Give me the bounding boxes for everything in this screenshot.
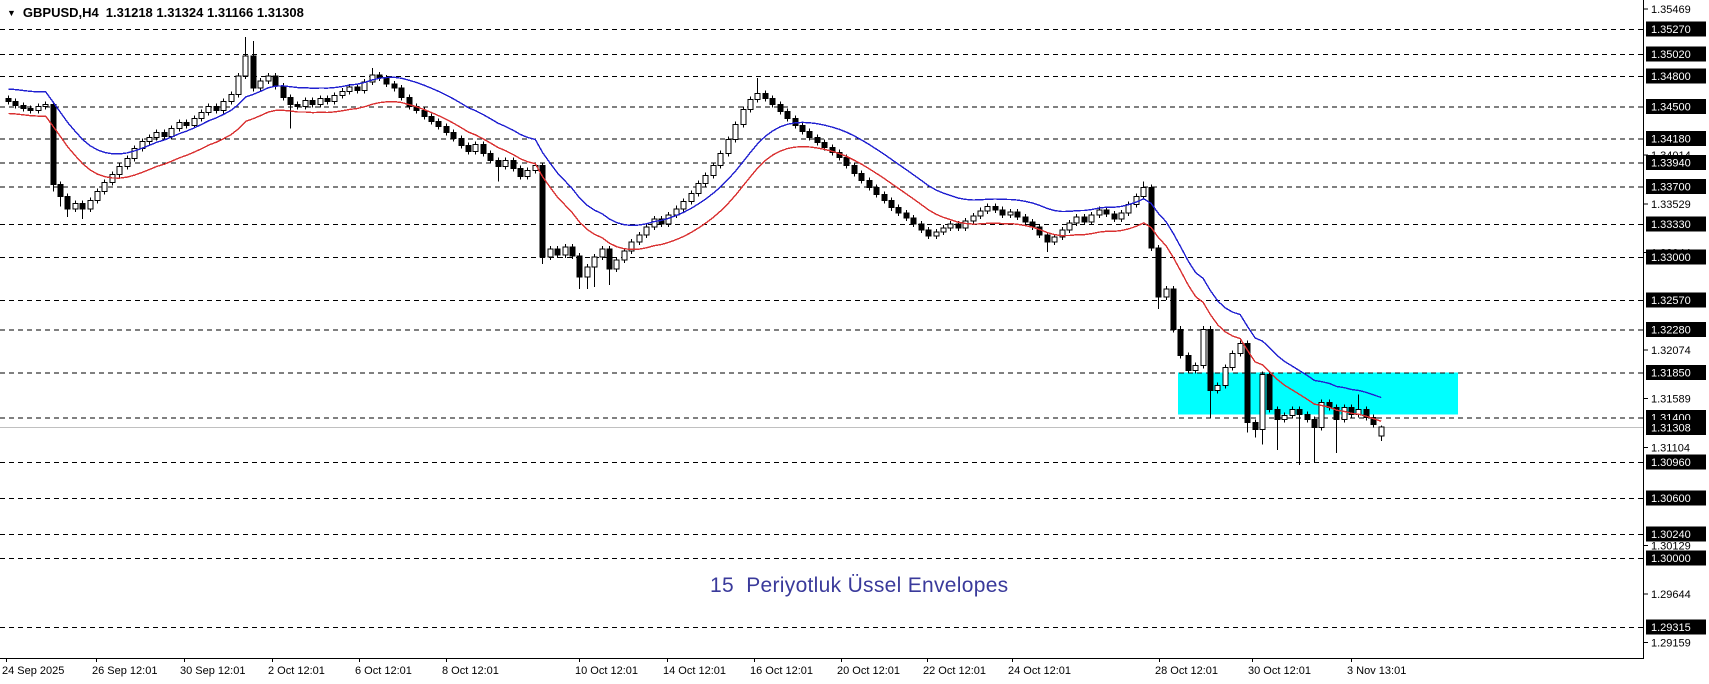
svg-text:1.33000: 1.33000 (1651, 252, 1691, 264)
svg-text:6 Oct 12:01: 6 Oct 12:01 (355, 665, 412, 677)
svg-text:14 Oct 12:01: 14 Oct 12:01 (663, 665, 726, 677)
svg-text:1.34500: 1.34500 (1651, 101, 1691, 113)
chart-annotation-label: 15 Periyotluk Üssel Envelopes (710, 574, 1009, 597)
svg-text:1.31589: 1.31589 (1651, 394, 1691, 406)
svg-text:1.30129: 1.30129 (1651, 540, 1691, 552)
svg-text:1.35020: 1.35020 (1651, 49, 1691, 61)
svg-text:16 Oct 12:01: 16 Oct 12:01 (750, 665, 813, 677)
svg-text:1.33940: 1.33940 (1651, 158, 1691, 170)
svg-text:20 Oct 12:01: 20 Oct 12:01 (837, 665, 900, 677)
svg-text:1.30000: 1.30000 (1651, 553, 1691, 565)
svg-text:1.30240: 1.30240 (1651, 529, 1691, 541)
svg-text:1.29315: 1.29315 (1651, 622, 1691, 634)
svg-text:1.30600: 1.30600 (1651, 493, 1691, 505)
svg-text:1.31104: 1.31104 (1651, 442, 1690, 454)
svg-text:1.29644: 1.29644 (1651, 589, 1691, 601)
symbol-dropdown-icon[interactable]: ▼ (7, 9, 16, 18)
svg-text:1.32280: 1.32280 (1651, 324, 1691, 336)
svg-text:24 Sep 2025: 24 Sep 2025 (2, 665, 64, 677)
ohlc-values: 1.31218 1.31324 1.31166 1.31308 (105, 5, 304, 20)
svg-text:1.33700: 1.33700 (1651, 182, 1691, 194)
svg-text:1.35270: 1.35270 (1651, 24, 1691, 36)
svg-text:1.34800: 1.34800 (1651, 71, 1691, 83)
chart-title: ▼ GBPUSD,H4 1.31218 1.31324 1.31166 1.31… (7, 5, 304, 20)
svg-text:24 Oct 12:01: 24 Oct 12:01 (1008, 665, 1071, 677)
svg-text:1.35469: 1.35469 (1651, 4, 1691, 16)
mt4-chart-window: 1.354691.340141.335291.330441.320741.315… (0, 0, 1709, 684)
svg-text:3 Nov 13:01: 3 Nov 13:01 (1347, 665, 1406, 677)
svg-text:1.31850: 1.31850 (1651, 367, 1691, 379)
svg-text:22 Oct 12:01: 22 Oct 12:01 (923, 665, 986, 677)
svg-text:8 Oct 12:01: 8 Oct 12:01 (442, 665, 499, 677)
svg-text:1.29159: 1.29159 (1651, 638, 1691, 650)
svg-text:30 Sep 12:01: 30 Sep 12:01 (180, 665, 245, 677)
symbol-period-label: GBPUSD,H4 (22, 5, 99, 20)
svg-text:1.33529: 1.33529 (1651, 199, 1691, 211)
highlight-rectangle[interactable] (1178, 372, 1458, 415)
svg-text:1.31308: 1.31308 (1651, 422, 1691, 434)
svg-text:28 Oct 12:01: 28 Oct 12:01 (1155, 665, 1218, 677)
svg-text:1.33330: 1.33330 (1651, 219, 1691, 231)
svg-text:26 Sep 12:01: 26 Sep 12:01 (92, 665, 157, 677)
svg-text:1.32570: 1.32570 (1651, 295, 1691, 307)
svg-text:2 Oct 12:01: 2 Oct 12:01 (268, 665, 325, 677)
y-axis-labels: 1.354691.340141.335291.330441.320741.315… (1643, 4, 1706, 650)
svg-text:1.30960: 1.30960 (1651, 457, 1691, 469)
svg-text:1.34180: 1.34180 (1651, 134, 1691, 146)
svg-text:30 Oct 12:01: 30 Oct 12:01 (1248, 665, 1311, 677)
svg-text:1.32074: 1.32074 (1651, 345, 1691, 357)
svg-text:10 Oct 12:01: 10 Oct 12:01 (575, 665, 638, 677)
